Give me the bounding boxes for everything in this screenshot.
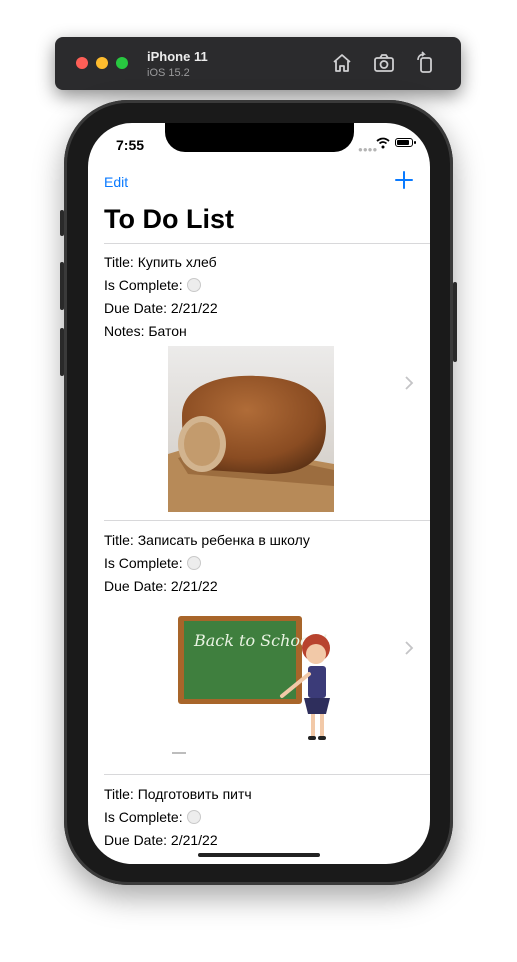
status-icons: ●●●● [358, 137, 418, 154]
status-time: 7:55 [116, 137, 145, 153]
item-due-date: Due Date: 2/21/22 [104, 578, 218, 594]
row-separator [104, 774, 430, 775]
item-complete-label: Is Complete: [104, 277, 183, 293]
minimize-window-button[interactable] [96, 57, 108, 69]
simulator-os-version: iOS 15.2 [147, 67, 190, 79]
volume-down-button [60, 328, 64, 376]
list-item[interactable]: Title: Купить хлеб Is Complete: Due Date… [104, 250, 430, 518]
rotate-icon[interactable] [413, 51, 437, 75]
volume-up-button [60, 262, 64, 310]
item-notes: Notes: Батон [104, 323, 187, 339]
item-complete-row: Is Complete: [104, 555, 201, 571]
home-icon[interactable] [330, 51, 354, 75]
simulator-title-bar: iPhone 11 iOS 15.2 [55, 37, 461, 90]
complete-checkbox[interactable] [186, 278, 201, 292]
page-title: To Do List [104, 204, 234, 234]
item-title: Title: Подготовить питч [104, 786, 252, 802]
chevron-right-icon [404, 376, 414, 390]
mute-switch [60, 210, 64, 236]
simulator-device-name: iPhone 11 [147, 49, 208, 64]
notch [165, 123, 354, 152]
complete-checkbox[interactable] [186, 810, 201, 824]
bread-image [168, 346, 334, 512]
list-item[interactable]: Title: Подготовить питч Is Complete: Due… [104, 782, 430, 862]
wifi-icon [376, 137, 390, 149]
edit-button[interactable]: Edit [104, 174, 128, 190]
item-due-date: Due Date: 2/21/22 [104, 300, 218, 316]
row-separator [104, 520, 430, 521]
battery-icon [395, 138, 416, 147]
home-indicator[interactable] [198, 853, 320, 857]
list-item[interactable]: Title: Записать ребенка в школу Is Compl… [104, 528, 430, 772]
back-to-school-image: Back to School!! [168, 610, 334, 762]
item-complete-label: Is Complete: [104, 555, 183, 571]
item-title: Title: Купить хлеб [104, 254, 217, 270]
plus-icon[interactable] [394, 170, 414, 190]
complete-checkbox[interactable] [186, 556, 201, 570]
header-separator [104, 243, 430, 244]
screenshot-icon[interactable] [372, 51, 396, 75]
item-complete-row: Is Complete: [104, 809, 201, 825]
item-complete-row: Is Complete: [104, 277, 201, 293]
power-button [453, 282, 457, 362]
close-window-button[interactable] [76, 57, 88, 69]
chevron-right-icon [404, 641, 414, 655]
item-due-date: Due Date: 2/21/22 [104, 832, 218, 848]
zoom-window-button[interactable] [116, 57, 128, 69]
item-title: Title: Записать ребенка в школу [104, 532, 310, 548]
cellular-signal-icon: ●●●● [358, 145, 378, 154]
item-complete-label: Is Complete: [104, 809, 183, 825]
